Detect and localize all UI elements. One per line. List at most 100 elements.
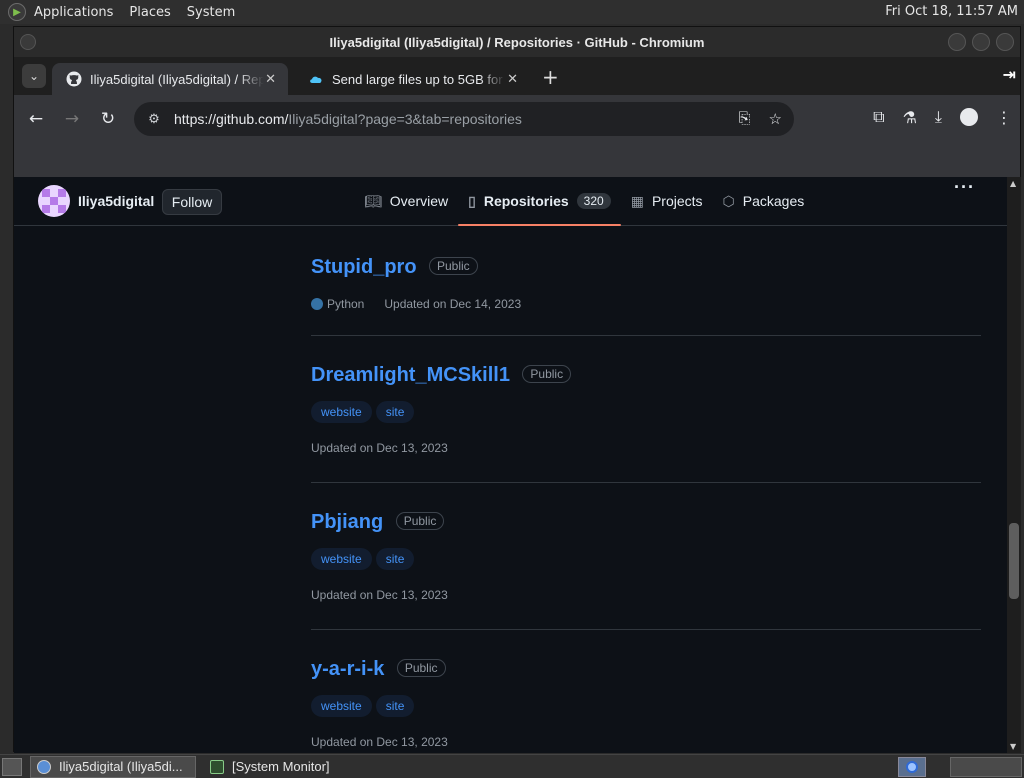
kebab-menu-icon[interactable]: ⋮ xyxy=(996,108,1012,127)
bottom-taskbar: Iliya5digital (Iliya5di... [System Monit… xyxy=(0,754,1024,778)
taskbar-item-chromium[interactable]: Iliya5digital (Iliya5di... xyxy=(30,755,196,778)
repository-list: Stupid_pro Public Python Updated on Dec … xyxy=(311,226,981,753)
visibility-badge: Public xyxy=(522,365,572,383)
list-item: Pbjiang Public website site Updated on D… xyxy=(311,483,981,630)
scroll-up-arrow-icon[interactable]: ▲ xyxy=(1010,179,1018,188)
profile-avatar-icon[interactable] xyxy=(960,108,978,126)
tab-repositories[interactable]: ▯ Repositories 320 xyxy=(458,177,621,226)
window-titlebar[interactable]: Iliya5digital (Iliya5digital) / Reposito… xyxy=(14,27,1020,57)
page-scrollbar[interactable]: ▲ ▼ xyxy=(1007,177,1021,753)
github-icon xyxy=(66,71,82,87)
language-color-dot xyxy=(311,298,323,310)
list-item: Stupid_pro Public Python Updated on Dec … xyxy=(311,226,981,336)
repo-icon: ▯ xyxy=(468,192,476,209)
profile-nav-tabs: 📖︎ Overview ▯ Repositories 320 ▦ Project… xyxy=(354,177,815,226)
window-menu-button[interactable] xyxy=(20,34,36,50)
topic-tag[interactable]: site xyxy=(375,695,415,717)
url-host: https://github.com/ xyxy=(174,111,289,127)
site-settings-icon[interactable]: ⚙ xyxy=(146,111,162,127)
url-path: Iliya5digital?page=3&tab=repositories xyxy=(288,111,522,127)
tab-send-large-files[interactable]: Send large files up to 5GB for free ✕ xyxy=(294,63,530,95)
tab-close-icon[interactable]: ✕ xyxy=(507,71,518,87)
taskbar-item-label: [System Monitor] xyxy=(232,759,330,774)
profile-username[interactable]: Iliya5digital xyxy=(78,193,154,209)
tab-title: Send large files up to 5GB for free xyxy=(332,71,506,87)
new-tab-plus-icon[interactable]: + xyxy=(542,65,559,89)
address-bar[interactable]: ⚙ https://github.com/Iliya5digital?page=… xyxy=(134,102,794,136)
panel-clock[interactable]: Fri Oct 18, 11:57 AM xyxy=(885,4,1018,19)
show-desktop-icon[interactable] xyxy=(2,757,22,776)
list-item: Dreamlight_MCSkill1 Public website site … xyxy=(311,336,981,483)
avatar[interactable] xyxy=(38,185,70,217)
taskbar-item-system-monitor[interactable]: [System Monitor] xyxy=(204,756,336,778)
book-icon: 📖︎ xyxy=(364,192,382,209)
repo-name-link[interactable]: y-a-r-i-k xyxy=(311,658,384,681)
bookmark-star-icon[interactable]: ☆ xyxy=(769,110,782,128)
minimize-button[interactable] xyxy=(948,33,966,51)
repo-name-link[interactable]: Pbjiang xyxy=(311,511,383,534)
repo-name-link[interactable]: Stupid_pro xyxy=(311,256,417,279)
repo-name-link[interactable]: Dreamlight_MCSkill1 xyxy=(311,364,510,387)
repo-count-badge: 320 xyxy=(576,193,611,209)
system-monitor-icon xyxy=(210,759,224,774)
forward-arrow-icon[interactable]: → xyxy=(58,105,86,133)
close-window-button[interactable] xyxy=(996,33,1014,51)
package-icon: ⬡ xyxy=(722,192,735,209)
info-strip xyxy=(14,143,1020,177)
tab-title: Iliya5digital (Iliya5digital) / Reposito… xyxy=(90,71,264,87)
tab-label: Projects xyxy=(651,193,703,209)
tab-projects[interactable]: ▦ Projects xyxy=(621,177,713,225)
repo-updated: Updated on Dec 13, 2023 xyxy=(311,588,448,602)
topic-tag[interactable]: website xyxy=(311,695,372,717)
list-item: y-a-r-i-k Public website site Updated on… xyxy=(311,630,981,753)
repo-updated: Updated on Dec 13, 2023 xyxy=(311,441,448,455)
back-arrow-icon[interactable]: ← xyxy=(22,105,50,133)
install-app-icon[interactable]: ⎘ xyxy=(739,110,751,128)
table-icon: ▦ xyxy=(630,192,644,209)
top-panel: ▶ Applications Places System Fri Oct 18,… xyxy=(0,0,1024,24)
follow-button[interactable]: Follow xyxy=(162,189,222,215)
tab-github-repositories[interactable]: Iliya5digital (Iliya5digital) / Reposito… xyxy=(52,63,288,95)
repo-language: Python xyxy=(327,297,365,311)
more-options-icon[interactable]: ··· xyxy=(954,177,975,198)
chevron-down-icon: ⌄ xyxy=(28,69,40,83)
tab-search-button[interactable]: ⌄ xyxy=(22,64,46,88)
tab-close-icon[interactable]: ✕ xyxy=(265,71,276,87)
tab-label: Repositories xyxy=(483,193,569,209)
tab-packages[interactable]: ⬡ Packages xyxy=(713,177,815,225)
extensions-puzzle-icon[interactable]: ⧉ xyxy=(873,107,884,127)
tray-chromium-icon[interactable] xyxy=(898,757,926,777)
topic-tag[interactable]: site xyxy=(375,548,415,570)
visibility-badge: Public xyxy=(395,512,445,530)
tab-overview[interactable]: 📖︎ Overview xyxy=(354,177,458,225)
side-panel-icon[interactable]: ⇥ xyxy=(1003,65,1016,84)
profile-sticky-header: Iliya5digital Follow 📖︎ Overview ▯ Repos… xyxy=(14,177,1007,226)
download-icon[interactable]: ⤓ xyxy=(935,107,942,127)
menu-system[interactable]: System xyxy=(187,5,235,20)
tab-label: Packages xyxy=(742,193,805,209)
labs-flask-icon[interactable]: ⚗ xyxy=(903,108,917,127)
reload-icon[interactable]: ↻ xyxy=(94,105,122,133)
browser-toolbar: ← → ↻ ⚙ https://github.com/Iliya5digital… xyxy=(14,95,1020,143)
menu-applications[interactable]: Applications xyxy=(34,5,113,20)
tab-strip: ⌄ Iliya5digital (Iliya5digital) / Reposi… xyxy=(14,57,1020,95)
topic-tag[interactable]: website xyxy=(311,548,372,570)
cloud-icon xyxy=(308,71,324,87)
topic-tag[interactable]: site xyxy=(375,401,415,423)
browser-window: Iliya5digital (Iliya5digital) / Reposito… xyxy=(13,26,1021,753)
window-title: Iliya5digital (Iliya5digital) / Reposito… xyxy=(329,34,705,50)
repo-updated: Updated on Dec 14, 2023 xyxy=(384,297,522,311)
github-page: Iliya5digital Follow 📖︎ Overview ▯ Repos… xyxy=(14,177,1007,753)
tab-label: Overview xyxy=(389,193,449,209)
workspace-switcher[interactable] xyxy=(950,757,1022,777)
repo-updated: Updated on Dec 13, 2023 xyxy=(311,735,448,749)
visibility-badge: Public xyxy=(396,659,446,677)
topic-tag[interactable]: website xyxy=(311,401,372,423)
maximize-button[interactable] xyxy=(972,33,990,51)
visibility-badge: Public xyxy=(429,257,478,275)
menu-places[interactable]: Places xyxy=(129,5,170,20)
scroll-down-arrow-icon[interactable]: ▼ xyxy=(1010,742,1018,751)
scrollbar-thumb[interactable] xyxy=(1009,523,1019,599)
applications-logo-icon[interactable]: ▶ xyxy=(8,3,26,21)
chromium-icon xyxy=(37,759,51,774)
